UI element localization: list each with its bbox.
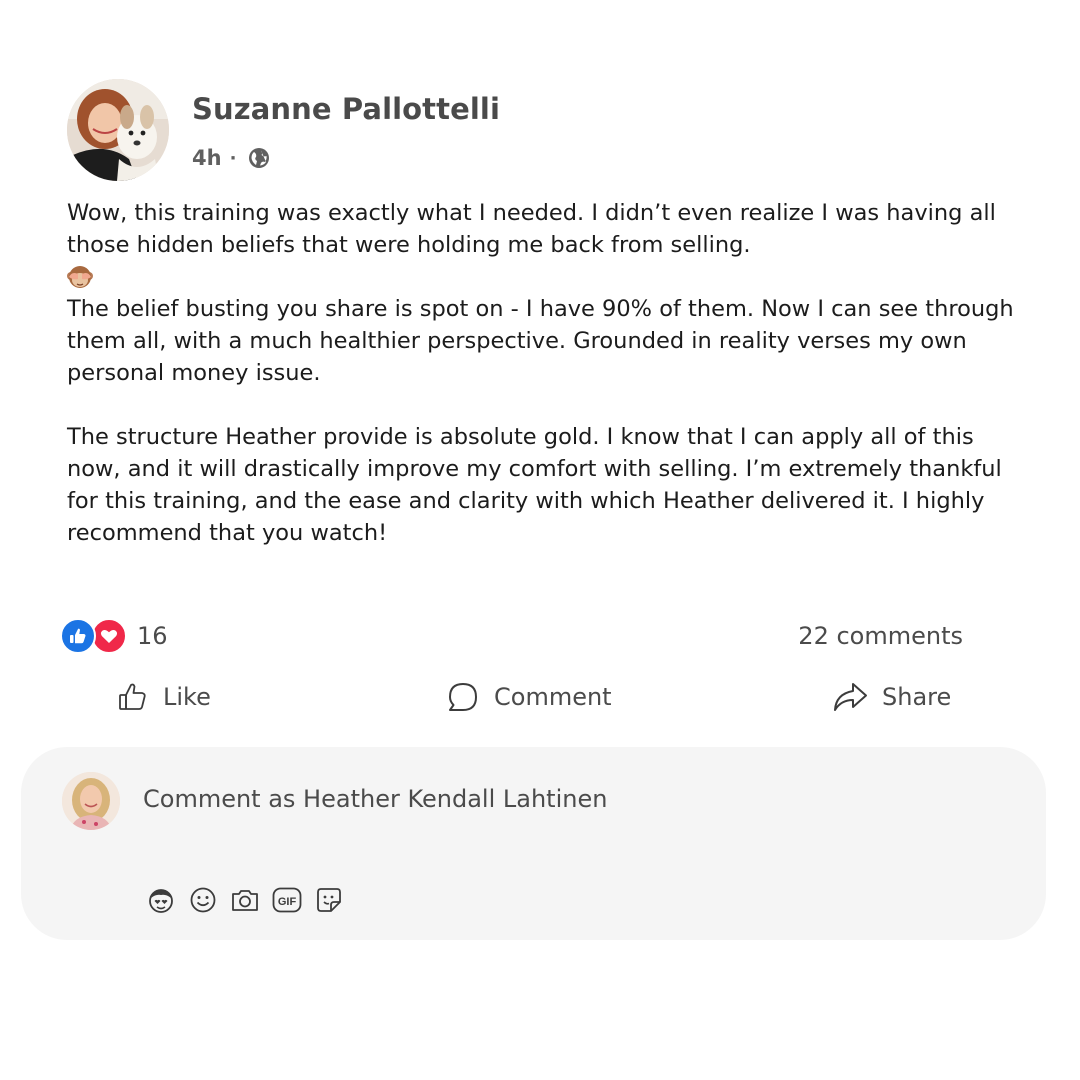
author-name[interactable]: Suzanne Pallottelli bbox=[192, 92, 500, 126]
share-label: Share bbox=[882, 683, 952, 711]
see-no-evil-monkey-icon bbox=[66, 263, 94, 291]
share-arrow-icon bbox=[834, 683, 867, 711]
gif-icon[interactable]: GIF bbox=[271, 884, 303, 916]
author-avatar[interactable] bbox=[67, 79, 169, 181]
sticker-icon[interactable] bbox=[313, 884, 345, 916]
post-body: Wow, this training was exactly what I ne… bbox=[67, 197, 1017, 549]
comment-button[interactable]: Comment bbox=[446, 676, 612, 718]
comment-input[interactable] bbox=[143, 781, 943, 817]
commenter-avatar-image bbox=[62, 772, 120, 830]
composer-tools: GIF bbox=[145, 884, 355, 916]
author-avatar-image bbox=[67, 79, 169, 181]
gif-label: GIF bbox=[278, 896, 297, 908]
post-paragraph-2: The belief busting you share is spot on … bbox=[67, 296, 1014, 386]
share-button[interactable]: Share bbox=[832, 676, 951, 718]
globe-icon[interactable] bbox=[248, 147, 270, 169]
like-thumb-icon bbox=[119, 683, 146, 710]
post-paragraph-3: The structure Heather provide is absolut… bbox=[67, 424, 1002, 546]
meta-separator: · bbox=[229, 147, 237, 169]
avatar-sticker-icon[interactable] bbox=[145, 884, 177, 916]
reaction-count: 16 bbox=[137, 622, 168, 650]
comments-count-link[interactable]: 22 comments bbox=[798, 622, 963, 650]
comment-composer: GIF bbox=[21, 747, 1046, 940]
commenter-avatar[interactable] bbox=[62, 772, 120, 830]
love-reaction-icon bbox=[91, 618, 127, 654]
comment-bubble-icon bbox=[449, 683, 477, 711]
comment-label: Comment bbox=[494, 683, 612, 711]
post-meta: 4h · bbox=[192, 143, 270, 173]
post-paragraph-1: Wow, this training was exactly what I ne… bbox=[67, 200, 996, 258]
reactions-summary[interactable]: 16 bbox=[60, 617, 168, 655]
post-time[interactable]: 4h bbox=[192, 146, 222, 170]
like-button[interactable]: Like bbox=[117, 676, 211, 718]
emoji-icon[interactable] bbox=[187, 884, 219, 916]
camera-icon[interactable] bbox=[229, 884, 261, 916]
like-label: Like bbox=[163, 683, 211, 711]
like-reaction-icon bbox=[60, 618, 96, 654]
